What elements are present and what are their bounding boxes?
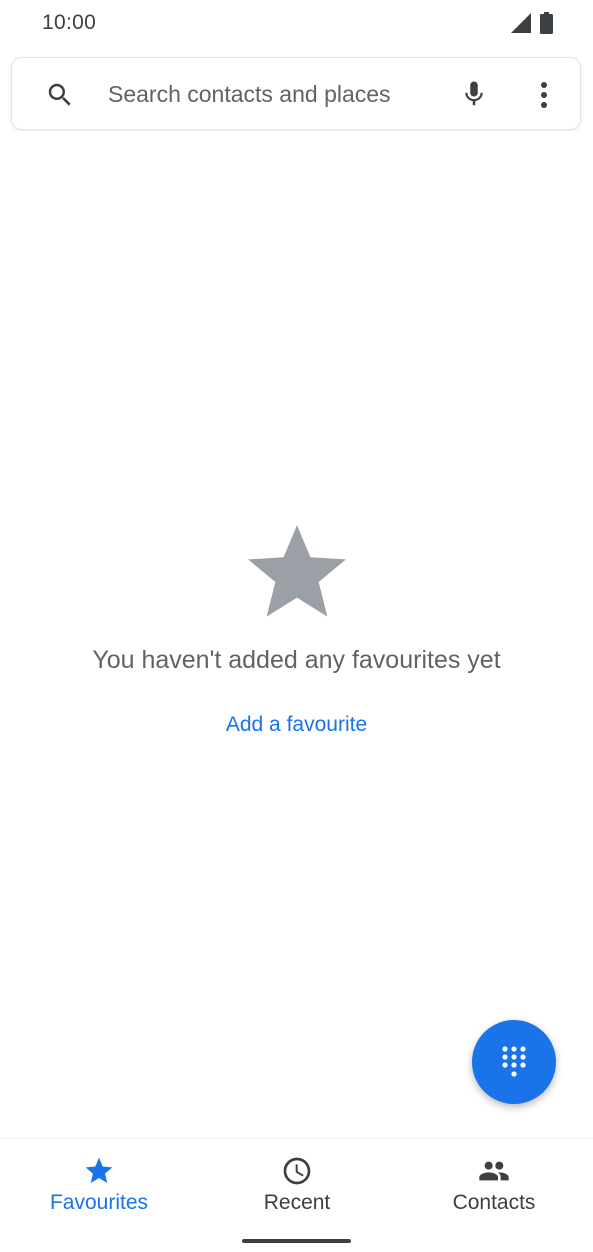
bottom-navigation: Favourites Recent Contacts xyxy=(0,1138,593,1252)
signal-icon xyxy=(511,13,531,33)
tab-contacts[interactable]: Contacts xyxy=(395,1139,593,1229)
star-icon xyxy=(85,1157,113,1183)
dialpad-icon xyxy=(502,1046,526,1077)
clock-icon xyxy=(283,1157,311,1185)
status-bar: 10:00 xyxy=(0,0,593,48)
dialpad-fab[interactable] xyxy=(472,1020,556,1104)
star-icon xyxy=(247,525,346,617)
empty-state-message: You haven't added any favourites yet xyxy=(92,646,501,674)
search-input[interactable] xyxy=(108,72,428,116)
people-icon xyxy=(479,1161,509,1181)
status-time: 10:00 xyxy=(42,11,97,34)
status-icons xyxy=(510,12,553,34)
home-indicator[interactable] xyxy=(242,1239,351,1243)
search-icon[interactable] xyxy=(45,80,75,110)
tab-recent[interactable]: Recent xyxy=(198,1139,396,1229)
tab-label: Favourites xyxy=(49,1191,149,1214)
tab-label: Contacts xyxy=(452,1191,536,1214)
tab-label: Recent xyxy=(263,1191,331,1214)
tab-favourites[interactable]: Favourites xyxy=(0,1139,198,1229)
battery-icon xyxy=(540,12,553,34)
more-vert-icon[interactable] xyxy=(534,79,554,111)
mic-icon[interactable] xyxy=(459,77,489,111)
add-favourite-link[interactable]: Add a favourite xyxy=(226,713,367,737)
search-bar[interactable] xyxy=(11,57,581,130)
favourites-empty-state: You haven't added any favourites yet Add… xyxy=(0,520,593,737)
phone-screen: 10:00 You haven't added xyxy=(0,0,593,1252)
